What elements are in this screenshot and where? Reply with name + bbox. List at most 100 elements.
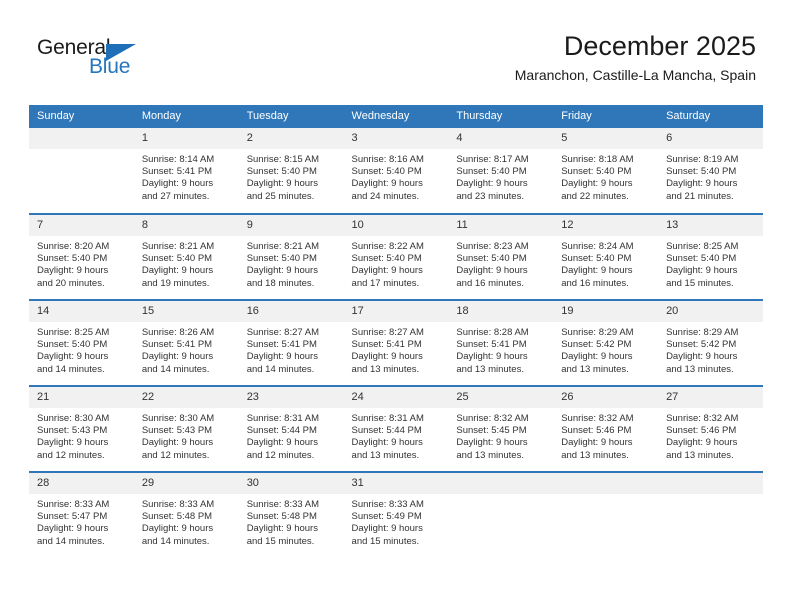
daylight-duration-line1: Daylight: 9 hours xyxy=(141,178,214,190)
sunset-time: Sunset: 5:48 PM xyxy=(141,511,213,523)
calendar-body: 1 Sunrise: 8:14 AM Sunset: 5:41 PM Daylight… xyxy=(29,128,763,558)
daylight-duration-line2: and 24 minutes. xyxy=(351,190,420,202)
calendar-day-cell[interactable]: 12 Sunrise: 8:24 AM Sunset: 5:40 PM Dayligh… xyxy=(553,213,659,300)
calendar-day-cell[interactable]: 5 Sunrise: 8:18 AM Sunset: 5:40 PM Daylight… xyxy=(553,128,659,214)
calendar-day-cell[interactable]: 9 Sunrise: 8:21 AM Sunset: 5:40 PM Daylight… xyxy=(238,213,344,300)
daylight-duration-line2: and 23 minutes. xyxy=(456,190,524,202)
daylight-duration-line2: and 14 minutes. xyxy=(37,363,105,375)
daylight-duration-line2: and 12 minutes. xyxy=(37,449,105,461)
day-number: 27 xyxy=(658,387,763,408)
calendar-day-cell[interactable]: 23 Sunrise: 8:31 AM Sunset: 5:44 PM Dayligh… xyxy=(238,385,344,472)
sunset-time: Sunset: 5:41 PM xyxy=(141,339,213,351)
calendar-day-cell[interactable]: 8 Sunrise: 8:21 AM Sunset: 5:40 PM Daylight… xyxy=(133,213,239,300)
day-number: 26 xyxy=(553,387,659,408)
weekday-header-sunday: Sunday xyxy=(29,105,134,128)
daylight-duration-line2: and 21 minutes. xyxy=(666,190,734,202)
daylight-duration-line2: and 14 minutes. xyxy=(37,535,105,547)
calendar-day-cell[interactable]: 11 Sunrise: 8:23 AM Sunset: 5:40 PM Dayligh… xyxy=(448,213,554,300)
calendar-header-row-group: Sunday Monday Tuesday Wednesday Thursday… xyxy=(29,105,763,128)
weekday-header-tuesday: Tuesday xyxy=(238,105,344,128)
sunset-time: Sunset: 5:41 PM xyxy=(246,339,317,351)
sunset-time: Sunset: 5:42 PM xyxy=(666,339,737,351)
calendar-day-cell[interactable]: 24 Sunrise: 8:31 AM Sunset: 5:44 PM Dayligh… xyxy=(343,385,449,472)
general-blue-logo[interactable]: General Blue xyxy=(37,36,167,84)
day-details: Sunrise: 8:14 AM Sunset: 5:41 PM Daylight:… xyxy=(134,149,239,203)
calendar-day-cell[interactable]: 13 Sunrise: 8:25 AM Sunset: 5:40 PM Dayligh… xyxy=(658,213,763,300)
day-number: 31 xyxy=(343,473,449,494)
calendar-day-cell[interactable]: 30 Sunrise: 8:33 AM Sunset: 5:48 PM Dayligh… xyxy=(238,471,344,558)
daylight-duration-line1: Daylight: 9 hours xyxy=(561,178,633,190)
calendar-day-cell[interactable]: 4 Sunrise: 8:17 AM Sunset: 5:40 PM Daylight… xyxy=(448,128,554,214)
daylight-duration-line2: and 13 minutes. xyxy=(456,449,524,461)
sunrise-time: Sunrise: 8:22 AM xyxy=(351,241,424,252)
sunrise-time: Sunrise: 8:21 AM xyxy=(141,241,215,252)
day-details: Sunrise: 8:29 AM Sunset: 5:42 PM Daylight:… xyxy=(658,322,763,376)
day-details: Sunrise: 8:15 AM Sunset: 5:40 PM Daylight:… xyxy=(239,149,344,203)
weekday-header-wednesday: Wednesday xyxy=(343,105,449,128)
sunset-time: Sunset: 5:40 PM xyxy=(141,253,213,265)
day-details: Sunrise: 8:32 AM Sunset: 5:46 PM Daylight:… xyxy=(658,408,763,462)
day-details: Sunrise: 8:33 AM Sunset: 5:47 PM Daylight:… xyxy=(29,494,134,548)
day-number: 14 xyxy=(29,301,134,322)
sunrise-time: Sunrise: 8:31 AM xyxy=(246,413,320,424)
calendar-day-cell[interactable]: 22 Sunrise: 8:30 AM Sunset: 5:43 PM Dayligh… xyxy=(133,385,239,472)
daylight-duration-line2: and 14 minutes. xyxy=(141,535,210,547)
daylight-duration-line1: Daylight: 9 hours xyxy=(141,351,214,363)
calendar-day-cell[interactable]: 18 Sunrise: 8:28 AM Sunset: 5:41 PM Dayligh… xyxy=(448,299,554,386)
calendar-day-cell[interactable]: 3 Sunrise: 8:16 AM Sunset: 5:40 PM Daylight… xyxy=(343,128,449,214)
sunrise-time: Sunrise: 8:31 AM xyxy=(351,413,424,424)
day-number: 4 xyxy=(448,128,554,149)
sunrise-time: Sunrise: 8:27 AM xyxy=(351,327,424,338)
sunset-time: Sunset: 5:40 PM xyxy=(351,253,422,265)
sunrise-time: Sunrise: 8:14 AM xyxy=(141,154,215,165)
calendar-day-cell[interactable]: 7 Sunrise: 8:20 AM Sunset: 5:40 PM Daylight… xyxy=(29,213,134,300)
sunrise-time: Sunrise: 8:18 AM xyxy=(561,154,634,165)
calendar-day-cell[interactable]: 19 Sunrise: 8:29 AM Sunset: 5:42 PM Dayligh… xyxy=(553,299,659,386)
daylight-duration-line2: and 15 minutes. xyxy=(246,535,315,547)
daylight-duration-line1: Daylight: 9 hours xyxy=(561,437,633,449)
calendar-day-cell[interactable]: 26 Sunrise: 8:32 AM Sunset: 5:46 PM Dayligh… xyxy=(553,385,659,472)
logo-text-blue: Blue xyxy=(89,55,131,78)
calendar-day-cell[interactable]: 29 Sunrise: 8:33 AM Sunset: 5:48 PM Dayligh… xyxy=(133,471,239,558)
daylight-duration-line1: Daylight: 9 hours xyxy=(351,351,423,363)
daylight-duration-line2: and 12 minutes. xyxy=(246,449,315,461)
daylight-duration-line1: Daylight: 9 hours xyxy=(351,178,423,190)
sunrise-time: Sunrise: 8:33 AM xyxy=(246,499,320,510)
calendar-day-cell[interactable]: 31 Sunrise: 8:33 AM Sunset: 5:49 PM Dayligh… xyxy=(343,471,449,558)
calendar-day-cell[interactable]: 28 Sunrise: 8:33 AM Sunset: 5:47 PM Dayligh… xyxy=(29,471,134,558)
calendar-day-cell[interactable]: 15 Sunrise: 8:26 AM Sunset: 5:41 PM Dayligh… xyxy=(133,299,239,386)
calendar-day-cell[interactable]: 21 Sunrise: 8:30 AM Sunset: 5:43 PM Dayligh… xyxy=(29,385,134,472)
day-number: 30 xyxy=(238,473,344,494)
weekday-header-row: Sunday Monday Tuesday Wednesday Thursday… xyxy=(29,105,763,128)
calendar-week-row: 14 Sunrise: 8:25 AM Sunset: 5:40 PM Dayligh… xyxy=(29,299,763,386)
calendar-day-cell[interactable]: 1 Sunrise: 8:14 AM Sunset: 5:41 PM Daylight… xyxy=(133,128,239,214)
sunset-time: Sunset: 5:49 PM xyxy=(351,511,422,523)
calendar-day-cell[interactable]: 16 Sunrise: 8:27 AM Sunset: 5:41 PM Dayligh… xyxy=(238,299,344,386)
calendar-day-cell[interactable]: 25 Sunrise: 8:32 AM Sunset: 5:45 PM Dayligh… xyxy=(448,385,554,472)
sunset-time: Sunset: 5:42 PM xyxy=(561,339,632,351)
daylight-duration-line1: Daylight: 9 hours xyxy=(37,437,109,449)
calendar-day-cell[interactable]: 14 Sunrise: 8:25 AM Sunset: 5:40 PM Dayligh… xyxy=(29,299,134,386)
day-number: 16 xyxy=(238,301,344,322)
calendar-day-cell[interactable]: 6 Sunrise: 8:19 AM Sunset: 5:40 PM Daylight… xyxy=(658,128,763,214)
daylight-duration-line2: and 12 minutes. xyxy=(141,449,210,461)
calendar-day-cell[interactable]: 17 Sunrise: 8:27 AM Sunset: 5:41 PM Dayligh… xyxy=(343,299,449,386)
day-details: Sunrise: 8:33 AM Sunset: 5:49 PM Daylight:… xyxy=(344,494,449,548)
calendar-day-cell[interactable]: 20 Sunrise: 8:29 AM Sunset: 5:42 PM Dayligh… xyxy=(658,299,763,386)
daylight-duration-line1: Daylight: 9 hours xyxy=(141,437,214,449)
day-number: 13 xyxy=(658,215,763,236)
sunset-time: Sunset: 5:47 PM xyxy=(37,511,108,523)
sunset-time: Sunset: 5:41 PM xyxy=(141,166,213,178)
calendar-day-cell[interactable]: 27 Sunrise: 8:32 AM Sunset: 5:46 PM Dayligh… xyxy=(658,385,763,472)
day-number: 19 xyxy=(553,301,659,322)
sunrise-time: Sunrise: 8:27 AM xyxy=(246,327,320,338)
day-details: Sunrise: 8:33 AM Sunset: 5:48 PM Daylight:… xyxy=(239,494,344,548)
sunrise-time: Sunrise: 8:20 AM xyxy=(37,241,110,252)
sunrise-time: Sunrise: 8:33 AM xyxy=(37,499,110,510)
daylight-duration-line2: and 16 minutes. xyxy=(456,277,524,289)
sunset-time: Sunset: 5:44 PM xyxy=(351,425,422,437)
daylight-duration-line1: Daylight: 9 hours xyxy=(246,178,318,190)
calendar-day-cell[interactable]: 10 Sunrise: 8:22 AM Sunset: 5:40 PM Dayligh… xyxy=(343,213,449,300)
calendar-day-cell[interactable]: 2 Sunrise: 8:15 AM Sunset: 5:40 PM Daylight… xyxy=(238,128,344,214)
daylight-duration-line2: and 13 minutes. xyxy=(351,363,420,375)
